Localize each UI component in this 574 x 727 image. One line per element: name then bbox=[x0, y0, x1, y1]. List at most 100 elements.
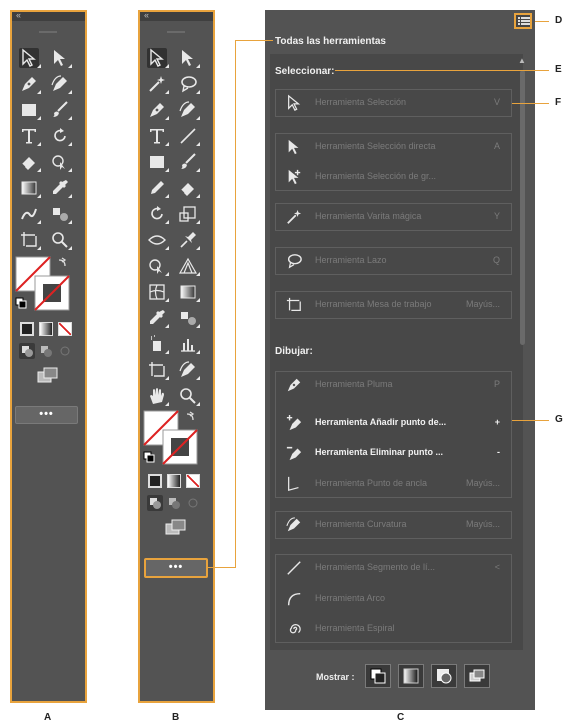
pen-icon[interactable] bbox=[19, 74, 41, 94]
draw-normal-button[interactable] bbox=[147, 495, 163, 511]
mesh-icon[interactable] bbox=[147, 282, 169, 302]
draw-behind-button[interactable] bbox=[38, 343, 54, 359]
color-button[interactable] bbox=[20, 322, 34, 336]
puppet-warp-icon[interactable] bbox=[19, 204, 41, 224]
panel-menu-button[interactable] bbox=[514, 13, 532, 29]
tool-row[interactable]: Herramienta Selección directa A bbox=[275, 136, 512, 158]
toolbar-a-header[interactable]: ‹‹ bbox=[12, 10, 85, 21]
gradient-button[interactable] bbox=[167, 474, 181, 488]
draw-normal-button[interactable] bbox=[19, 343, 35, 359]
show-draw-modes-button[interactable] bbox=[431, 664, 457, 688]
artboard-icon[interactable] bbox=[147, 360, 169, 380]
paintbrush-icon[interactable] bbox=[50, 100, 72, 120]
tool-row[interactable]: Herramienta Pluma P bbox=[275, 374, 512, 396]
tool-row[interactable]: Herramienta Curvatura Mayús... bbox=[275, 514, 512, 536]
eyedropper-icon[interactable] bbox=[50, 178, 72, 198]
perspective-grid-icon[interactable] bbox=[178, 256, 200, 276]
type-icon[interactable] bbox=[19, 126, 41, 146]
rectangle-icon[interactable] bbox=[19, 100, 41, 120]
tool-shortcut: P bbox=[493, 379, 500, 389]
selection-arrow-icon[interactable] bbox=[147, 48, 169, 68]
tool-row[interactable]: Herramienta Mesa de trabajo Mayús... bbox=[275, 294, 512, 316]
collapse-chevron-icon[interactable]: ‹‹ bbox=[16, 10, 21, 20]
selection-arrow-icon[interactable] bbox=[19, 48, 41, 68]
tool-row[interactable]: Herramienta Espiral bbox=[275, 618, 512, 640]
direct-selection-icon[interactable] bbox=[178, 48, 200, 68]
show-color-modes-button[interactable] bbox=[398, 664, 424, 688]
tool-row[interactable]: Herramienta Varita mágica Y bbox=[275, 206, 512, 228]
column-graph-icon[interactable] bbox=[178, 334, 200, 354]
curvature-icon[interactable] bbox=[50, 74, 72, 94]
eraser-icon[interactable] bbox=[19, 152, 41, 172]
pencil-icon[interactable] bbox=[147, 178, 169, 198]
spiral-icon bbox=[285, 620, 303, 638]
rotate-icon[interactable] bbox=[50, 126, 72, 146]
line-segment-icon[interactable] bbox=[178, 126, 200, 146]
tool-name: Herramienta Varita mágica bbox=[315, 211, 422, 221]
screen-mode-button[interactable] bbox=[36, 366, 60, 384]
direct-selection-icon bbox=[285, 138, 303, 156]
draw-inside-button[interactable] bbox=[185, 495, 201, 511]
collapse-chevron-icon[interactable]: ‹‹ bbox=[144, 10, 149, 20]
eyedropper-icon[interactable] bbox=[147, 308, 169, 328]
tool-row[interactable]: Herramienta Arco bbox=[275, 588, 512, 610]
shape-builder-icon[interactable] bbox=[147, 256, 169, 276]
fill-stroke-widget[interactable] bbox=[143, 410, 203, 465]
curvature-icon[interactable] bbox=[178, 100, 200, 120]
lasso-icon[interactable] bbox=[178, 74, 200, 94]
flyout-indicator-icon bbox=[165, 246, 169, 250]
type-icon[interactable] bbox=[147, 126, 169, 146]
draw-behind-button[interactable] bbox=[166, 495, 182, 511]
symbol-sprayer-icon[interactable] bbox=[147, 334, 169, 354]
artboard-icon[interactable] bbox=[19, 230, 41, 250]
tool-name: Herramienta Arco bbox=[315, 593, 386, 603]
width-icon[interactable] bbox=[147, 230, 169, 250]
pen-icon[interactable] bbox=[147, 100, 169, 120]
direct-selection-icon[interactable] bbox=[50, 48, 72, 68]
rotate-icon[interactable] bbox=[147, 204, 169, 224]
none-button[interactable] bbox=[186, 474, 200, 488]
scrollbar-thumb[interactable] bbox=[520, 70, 525, 345]
fill-swatch-icon[interactable] bbox=[143, 410, 203, 465]
rectangle-icon[interactable] bbox=[147, 152, 169, 172]
zoom-icon[interactable] bbox=[178, 386, 200, 406]
scale-icon[interactable] bbox=[178, 204, 200, 224]
tool-row[interactable]: Herramienta Eliminar punto ... - bbox=[275, 442, 512, 464]
magic-wand-icon[interactable] bbox=[147, 74, 169, 94]
curvature-icon[interactable] bbox=[178, 360, 200, 380]
show-screen-modes-button[interactable] bbox=[464, 664, 490, 688]
pin-icon[interactable] bbox=[178, 230, 200, 250]
fill-stroke-widget[interactable] bbox=[15, 256, 75, 311]
toolbar-b-header[interactable]: ‹‹ bbox=[140, 10, 213, 21]
tool-name: Herramienta Eliminar punto ... bbox=[315, 447, 444, 457]
edit-toolbar-button[interactable]: ••• bbox=[144, 558, 208, 578]
tool-row[interactable]: Herramienta Punto de ancla Mayús... bbox=[275, 473, 512, 495]
tool-row[interactable]: Herramienta Selección de gr... bbox=[275, 166, 512, 188]
hand-icon[interactable] bbox=[147, 386, 169, 406]
none-button[interactable] bbox=[58, 322, 72, 336]
screen-mode-button[interactable] bbox=[164, 518, 188, 536]
paintbrush-icon[interactable] bbox=[178, 152, 200, 172]
tool-row[interactable]: Herramienta Segmento de lí... < bbox=[275, 557, 512, 579]
gradient-icon[interactable] bbox=[178, 282, 200, 302]
draw-inside-button[interactable] bbox=[57, 343, 73, 359]
tool-row[interactable]: Herramienta Selección V bbox=[275, 92, 512, 114]
show-fill-stroke-button[interactable] bbox=[365, 664, 391, 688]
shape-builder-icon[interactable] bbox=[50, 152, 72, 172]
color-button[interactable] bbox=[148, 474, 162, 488]
toolbar-grip[interactable] bbox=[39, 31, 57, 33]
tool-row[interactable]: Herramienta Añadir punto de... + bbox=[275, 412, 512, 434]
toolbar-grip[interactable] bbox=[167, 31, 185, 33]
flyout-indicator-icon bbox=[196, 350, 200, 354]
eraser-icon[interactable] bbox=[178, 178, 200, 198]
tool-name: Herramienta Pluma bbox=[315, 379, 393, 389]
scroll-up-icon[interactable]: ▲ bbox=[518, 56, 526, 65]
blend-icon[interactable] bbox=[50, 204, 72, 224]
zoom-icon[interactable] bbox=[50, 230, 72, 250]
fill-swatch-icon[interactable] bbox=[15, 256, 75, 311]
edit-toolbar-button[interactable]: ••• bbox=[15, 406, 78, 424]
gradient-button[interactable] bbox=[39, 322, 53, 336]
blend-icon[interactable] bbox=[178, 308, 200, 328]
tool-row[interactable]: Herramienta Lazo Q bbox=[275, 250, 512, 272]
gradient-icon[interactable] bbox=[19, 178, 41, 198]
